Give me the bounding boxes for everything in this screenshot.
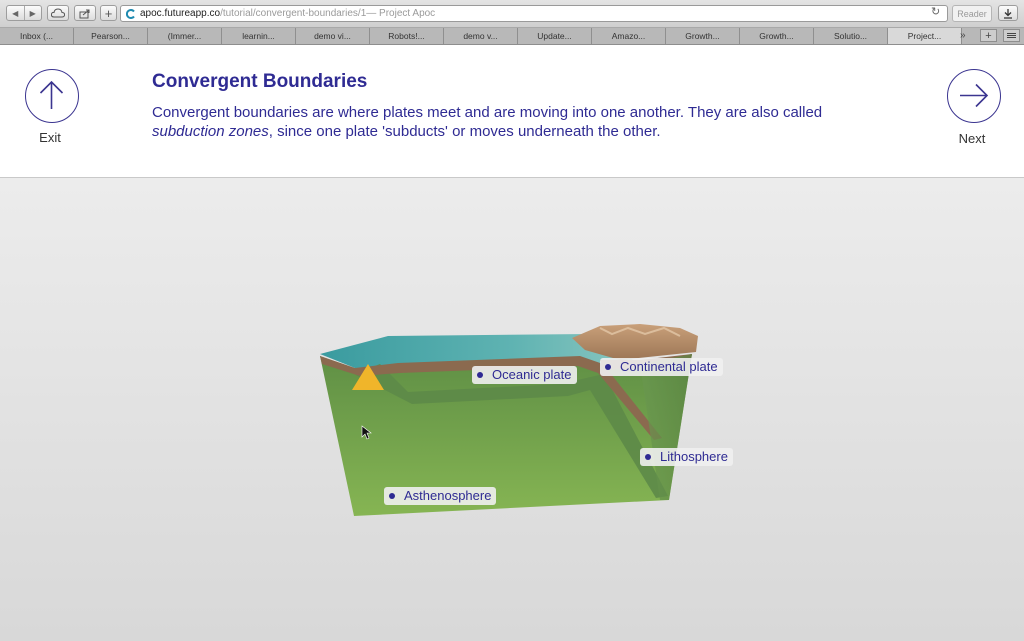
label-asthenosphere-text: Asthenosphere [404, 488, 492, 503]
label-oceanic-text: Oceanic plate [492, 367, 572, 382]
label-asthenosphere[interactable]: Asthenosphere [384, 487, 497, 505]
back-forward-buttons[interactable]: ◀ ▶ [6, 5, 42, 21]
browser-toolbar: ◀ ▶ + apoc.futureapp.co/tutorial/converg… [0, 0, 1024, 28]
tab-bar: Inbox (... Pearson... (Immer... learnin.… [0, 28, 1024, 45]
tab-amazon[interactable]: Amazo... [592, 28, 666, 44]
site-icon [126, 8, 135, 19]
tab-solution[interactable]: Solutio... [814, 28, 888, 44]
tab-project[interactable]: Project... [888, 28, 962, 44]
exit-label[interactable]: Exit [20, 130, 80, 145]
url-host: apoc.futureapp.co [140, 8, 221, 19]
next-button[interactable] [947, 69, 1001, 123]
desc-text-2: , since one plate 'subducts' or moves un… [268, 123, 661, 140]
next-label[interactable]: Next [942, 131, 1002, 146]
label-continental-text: Continental plate [620, 359, 718, 374]
label-lithosphere-text: Lithosphere [660, 449, 728, 464]
more-tabs-icon[interactable]: » [960, 28, 966, 43]
forward-icon[interactable]: ▶ [23, 6, 42, 20]
tab-immer[interactable]: (Immer... [148, 28, 222, 44]
dot-icon [645, 453, 651, 460]
tab-learning[interactable]: learnin... [222, 28, 296, 44]
reload-icon[interactable]: ↻ [931, 5, 940, 18]
plate-cross-section[interactable] [0, 178, 1024, 641]
address-bar[interactable]: apoc.futureapp.co/tutorial/convergent-bo… [120, 5, 948, 22]
desc-emphasis: subduction zones [152, 123, 269, 140]
reader-button[interactable]: Reader [952, 5, 992, 22]
back-icon[interactable]: ◀ [7, 6, 24, 20]
download-icon [1004, 8, 1012, 19]
url-path: /tutorial/convergent-boundaries/1 [220, 8, 367, 19]
new-tab-button[interactable]: + [100, 5, 117, 21]
tab-demo-vi[interactable]: demo vi... [296, 28, 370, 44]
label-lithosphere[interactable]: Lithosphere [640, 448, 733, 466]
share-icon [79, 9, 90, 18]
tab-robots[interactable]: Robots!... [370, 28, 444, 44]
arrow-up-icon [39, 80, 64, 109]
tab-overview-button[interactable] [1003, 29, 1020, 42]
arrow-right-icon [960, 83, 989, 108]
model-stage[interactable]: Oceanic plate Continental plate Lithosph… [0, 178, 1024, 641]
label-continental-plate[interactable]: Continental plate [600, 358, 723, 376]
tab-growth-2[interactable]: Growth... [740, 28, 814, 44]
icloud-button[interactable] [47, 5, 69, 21]
tab-pearson[interactable]: Pearson... [74, 28, 148, 44]
desc-text-1: Convergent boundaries are where plates m… [152, 104, 823, 121]
tab-growth-1[interactable]: Growth... [666, 28, 740, 44]
label-oceanic-plate[interactable]: Oceanic plate [472, 366, 577, 384]
exit-button[interactable] [25, 69, 79, 123]
dot-icon [605, 363, 611, 370]
lesson-header: Exit Convergent Boundaries Convergent bo… [0, 45, 1024, 178]
add-tab-button[interactable]: + [980, 29, 997, 42]
downloads-button[interactable] [998, 5, 1018, 21]
lesson-description: Convergent boundaries are where plates m… [152, 103, 872, 141]
tab-update[interactable]: Update... [518, 28, 592, 44]
url-page-title: — Project Apoc [366, 8, 436, 19]
dot-icon [477, 371, 483, 378]
share-button[interactable] [74, 5, 96, 21]
page-title: Convergent Boundaries [152, 71, 368, 92]
tab-inbox[interactable]: Inbox (... [0, 28, 74, 44]
cloud-icon [51, 8, 65, 18]
tab-list: Inbox (... Pearson... (Immer... learnin.… [0, 28, 1024, 44]
tab-demo-v[interactable]: demo v... [444, 28, 518, 44]
dot-icon [389, 492, 395, 499]
plus-icon: + [104, 5, 113, 21]
